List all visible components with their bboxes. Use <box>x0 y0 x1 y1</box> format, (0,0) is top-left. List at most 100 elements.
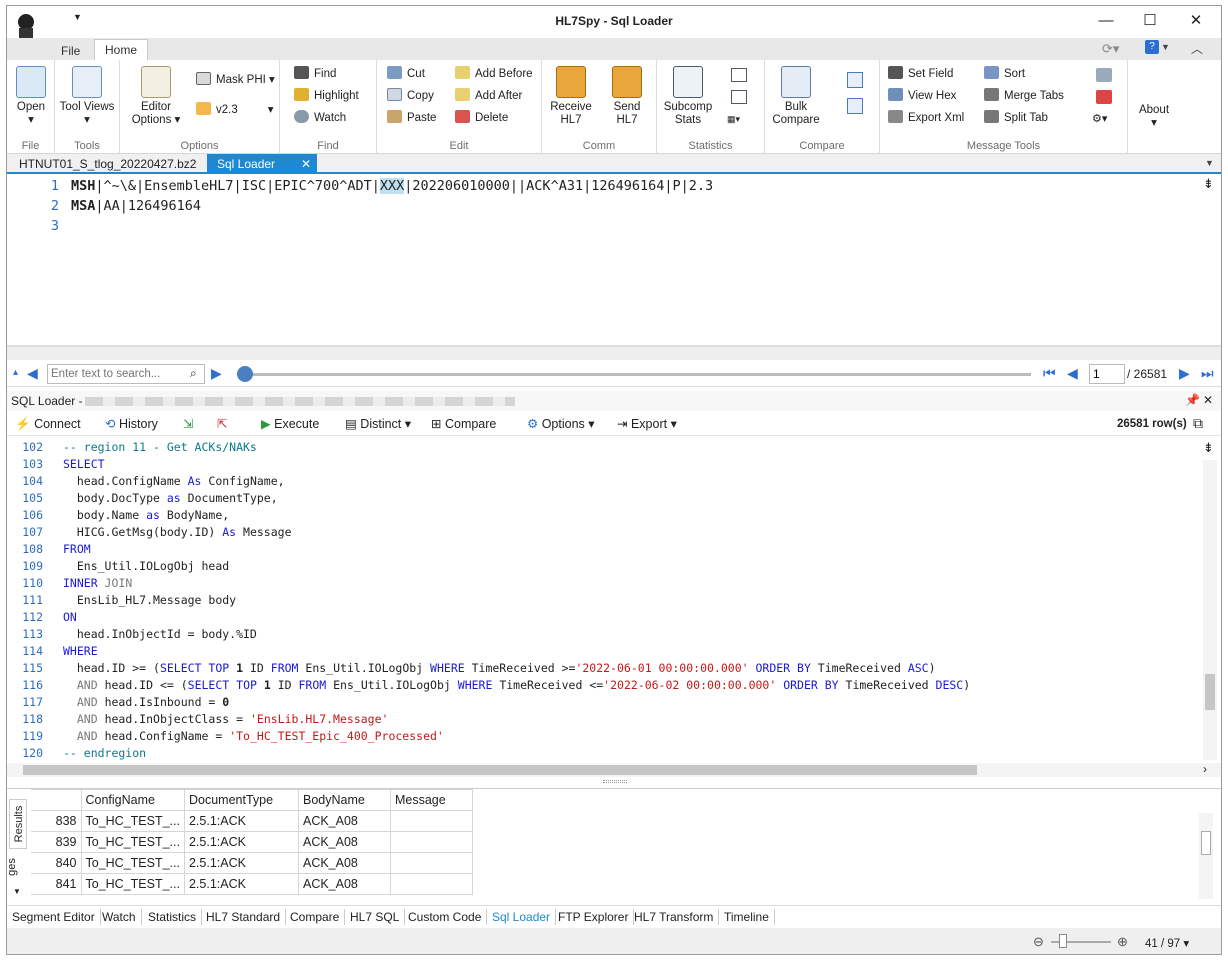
compare-right-icon[interactable] <box>847 98 863 114</box>
table-cell[interactable] <box>389 873 473 895</box>
bulk-compare-button[interactable]: Bulk Compare <box>771 66 821 127</box>
split-tab-button[interactable]: Split Tab <box>984 108 1048 128</box>
export-xml-button[interactable]: Export Xml <box>888 108 964 128</box>
editor-options-button[interactable]: Editor Options ▾ <box>126 66 186 127</box>
paste-button[interactable]: Paste <box>387 108 436 128</box>
export-button[interactable]: ⇥ Export ▾ <box>617 415 677 433</box>
results-scroll-thumb[interactable] <box>1201 831 1211 855</box>
tab-file[interactable]: File <box>51 42 90 60</box>
nav-options-icon[interactable]: ▴ <box>13 367 18 378</box>
panel-close-icon[interactable]: ✕ <box>1203 393 1213 407</box>
tab-home[interactable]: Home <box>94 39 149 60</box>
zoom-level[interactable]: 41 / 97 ▾ <box>1145 936 1189 950</box>
results-vertical-scrollbar[interactable] <box>1199 813 1213 899</box>
close-button[interactable]: ✕ <box>1179 10 1213 32</box>
close-tab-icon[interactable]: ✕ <box>301 154 311 174</box>
table-row[interactable]: 841 To_HC_TEST_... 2.5.1:ACK ACK_A08 <box>31 873 473 895</box>
merge-tabs-button[interactable]: Merge Tabs <box>984 86 1064 106</box>
zoom-handle[interactable] <box>1059 934 1067 948</box>
table-cell[interactable]: To_HC_TEST_... <box>80 810 185 832</box>
scroll-right-icon[interactable]: › <box>1203 762 1207 776</box>
add-query-icon[interactable]: ⇲ <box>183 415 193 433</box>
sql-editor[interactable]: 102 103 104 105 106 107 108 109 110 111 112 113 114 1… <box>7 438 1221 762</box>
open-button[interactable]: Open ▾ <box>11 66 51 127</box>
bottom-tab[interactable]: Sql Loader <box>487 909 557 925</box>
pin-icon[interactable]: 📌 <box>1185 393 1200 407</box>
compare-sql-button[interactable]: ⊞ Compare <box>431 415 496 433</box>
table-cell[interactable]: ACK_A08 <box>297 831 391 853</box>
distinct-button[interactable]: ▤ Distinct ▾ <box>345 415 411 433</box>
help-dropdown-icon[interactable]: ▼ <box>1161 42 1170 52</box>
eraser-icon[interactable] <box>1096 90 1112 104</box>
next-page-icon[interactable]: ▶ <box>1179 365 1190 382</box>
view-hex-button[interactable]: View Hex <box>888 86 956 106</box>
row-number[interactable]: 840 <box>31 852 82 874</box>
splitter-grip[interactable] <box>603 780 627 783</box>
compare-left-icon[interactable] <box>847 72 863 88</box>
bottom-tab[interactable]: Statistics <box>143 909 203 925</box>
slider-handle[interactable] <box>237 366 253 382</box>
help-icon[interactable]: ? <box>1145 40 1159 54</box>
row-number[interactable]: 841 <box>31 873 82 895</box>
side-tabs-down-icon[interactable]: ▼ <box>13 887 21 896</box>
bottom-tab[interactable]: Watch <box>97 909 142 925</box>
stats-r-icon[interactable] <box>731 90 747 104</box>
col-header[interactable]: Message <box>389 789 473 811</box>
receive-hl7-button[interactable]: Receive HL7 <box>548 66 594 127</box>
last-page-icon[interactable]: ⏭ <box>1201 365 1214 382</box>
table-cell[interactable]: 2.5.1:ACK <box>183 852 299 874</box>
subcomp-stats-button[interactable]: Subcomp Stats <box>661 66 715 127</box>
bottom-tab[interactable]: HL7 Transform <box>629 909 720 925</box>
table-row[interactable]: 839 To_HC_TEST_... 2.5.1:ACK ACK_A08 <box>31 831 473 853</box>
version-select[interactable]: v2.3 ▾ <box>196 100 274 120</box>
refresh-icon[interactable]: ⟳▾ <box>1102 41 1119 57</box>
table-cell[interactable] <box>389 831 473 853</box>
collapse-ribbon-icon[interactable]: ︿ <box>1191 40 1203 57</box>
hl7-editor[interactable]: 123 MSH|^~\&|EnsembleHL7|ISC|EPIC^700^AD… <box>7 174 1221 360</box>
bottom-tab[interactable]: Timeline <box>719 909 775 925</box>
table-cell[interactable]: 2.5.1:ACK <box>183 873 299 895</box>
tool-views-button[interactable]: Tool Views ▾ <box>59 66 115 127</box>
bottom-tab[interactable]: HL7 SQL <box>345 909 406 925</box>
editor-horizontal-scrollbar[interactable] <box>7 346 1221 360</box>
history-button[interactable]: ⟲ History <box>105 415 158 433</box>
search-prev-icon[interactable]: ◀ <box>27 365 38 382</box>
results-side-tab[interactable]: Results <box>9 799 27 849</box>
prev-page-icon[interactable]: ◀ <box>1067 365 1078 382</box>
minimize-button[interactable]: — <box>1089 10 1123 32</box>
sort-button[interactable]: Sort <box>984 64 1025 84</box>
sql-hscroll-thumb[interactable] <box>23 765 977 775</box>
table-cell[interactable] <box>389 810 473 832</box>
connect-button[interactable]: ⚡ Connect <box>15 415 81 433</box>
send-hl7-button[interactable]: Send HL7 <box>604 66 650 127</box>
options-button[interactable]: ⚙ Options ▾ <box>527 415 595 433</box>
messages-side-tab[interactable]: ges <box>7 853 27 883</box>
doc-tab-sql-loader[interactable]: Sql Loader ✕ <box>207 154 317 174</box>
first-page-icon[interactable]: ⏮ <box>1043 365 1056 382</box>
zoom-in-icon[interactable]: ⊕ <box>1117 934 1128 950</box>
zoom-out-icon[interactable]: ⊖ <box>1033 934 1044 950</box>
table-cell[interactable]: To_HC_TEST_... <box>80 831 185 853</box>
tabs-dropdown-icon[interactable]: ▼ <box>1205 158 1214 168</box>
table-cell[interactable]: To_HC_TEST_... <box>80 852 185 874</box>
hl7-message-text[interactable]: MSH|^~\&|EnsembleHL7|ISC|EPIC^700^ADT|XX… <box>71 176 713 216</box>
col-header[interactable]: DocumentType <box>183 789 299 811</box>
table-cell[interactable]: ACK_A08 <box>297 852 391 874</box>
table-cell[interactable]: 2.5.1:ACK <box>183 831 299 853</box>
copy-button[interactable]: Copy <box>387 86 434 106</box>
table-row[interactable]: 840 To_HC_TEST_... 2.5.1:ACK ACK_A08 <box>31 852 473 874</box>
table-cell[interactable]: ACK_A08 <box>297 873 391 895</box>
maximize-panel-icon[interactable]: ⧉ <box>1193 414 1203 432</box>
bottom-tab[interactable]: Compare <box>285 909 346 925</box>
search-input[interactable] <box>47 364 205 384</box>
table-cell[interactable]: 2.5.1:ACK <box>183 810 299 832</box>
row-number[interactable]: 838 <box>31 810 82 832</box>
search-icon[interactable]: ⌕ <box>190 366 197 381</box>
table-cell[interactable] <box>389 852 473 874</box>
table-row[interactable]: 838 To_HC_TEST_... 2.5.1:ACK ACK_A08 <box>31 810 473 832</box>
tool-1-icon[interactable] <box>1096 68 1112 82</box>
table-cell[interactable]: To_HC_TEST_... <box>80 873 185 895</box>
add-after-button[interactable]: Add After <box>455 86 522 106</box>
sql-horizontal-scrollbar[interactable]: › <box>7 762 1221 777</box>
sql-vertical-scrollbar[interactable] <box>1203 460 1217 760</box>
